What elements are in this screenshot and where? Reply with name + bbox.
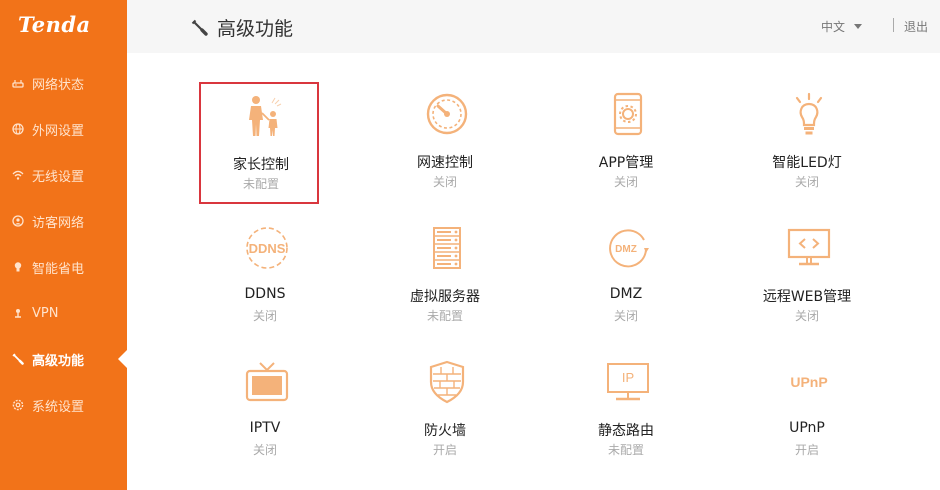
sidebar-item-label: 访客网络 <box>32 215 85 231</box>
led-bulb-icon <box>795 92 823 135</box>
feature-tile-upnp[interactable]: UPnP UPnP 开启 <box>747 350 867 472</box>
sidebar-item-vpn[interactable]: VPN <box>0 290 127 336</box>
feature-tile-app-management[interactable]: APP管理 关闭 <box>566 82 686 204</box>
sidebar-item-power-saving[interactable]: 智能省电 <box>0 244 127 290</box>
wrench-icon <box>11 352 25 366</box>
ddns-icon: DDNS <box>246 227 288 269</box>
feature-name: UPnP <box>789 420 825 436</box>
sidebar-item-label: 外网设置 <box>32 123 85 139</box>
sidebar-item-label: 无线设置 <box>32 169 85 185</box>
feature-name: 智能LED灯 <box>772 155 842 171</box>
sidebar-item-advanced[interactable]: 高级功能 <box>0 336 127 382</box>
feature-name: 家长控制 <box>233 157 289 173</box>
sidebar-item-label: 网络状态 <box>32 77 85 93</box>
feature-tile-static-route[interactable]: IP 静态路由 未配置 <box>566 350 686 472</box>
feature-tile-firewall[interactable]: 防火墙 开启 <box>385 350 505 472</box>
feature-tile-iptv[interactable]: IPTV 关闭 <box>205 350 325 472</box>
page-title: 高级功能 <box>191 14 293 41</box>
router-icon <box>11 76 25 90</box>
brand-logo: Tenda <box>18 12 91 37</box>
tv-icon <box>245 362 289 402</box>
sidebar-nav: 网络状态 外网设置 无线设置 访客网络 智能省电 VPN 高级功能 系统设置 <box>0 60 127 428</box>
sidebar-item-system-settings[interactable]: 系统设置 <box>0 382 127 428</box>
feature-name: 虚拟服务器 <box>410 289 480 305</box>
upnp-icon: UPnP <box>790 374 827 390</box>
feature-tile-parental-control[interactable]: 家长控制 未配置 <box>199 82 319 204</box>
wrench-icon <box>191 19 209 37</box>
static-route-icon: IP <box>607 363 649 401</box>
server-rack-icon <box>433 227 461 269</box>
feature-tile-smart-led[interactable]: 智能LED灯 关闭 <box>747 82 867 204</box>
language-select[interactable]: 中文 <box>821 18 863 35</box>
sidebar-item-guest-network[interactable]: 访客网络 <box>0 198 127 244</box>
feature-status: 开启 <box>794 443 819 457</box>
sidebar-item-wan-settings[interactable]: 外网设置 <box>0 106 127 152</box>
feature-name: 静态路由 <box>598 423 654 439</box>
dmz-icon: DMZ <box>609 229 649 268</box>
feature-status: 未配置 <box>607 443 644 457</box>
feature-status: 未配置 <box>426 309 463 323</box>
sidebar-item-label: 高级功能 <box>32 353 85 369</box>
feature-status: 未配置 <box>242 177 279 191</box>
sidebar-item-label: 智能省电 <box>32 261 85 277</box>
feature-tile-speed-control[interactable]: 网速控制 关闭 <box>385 82 505 204</box>
feature-name: 网速控制 <box>417 155 473 171</box>
feature-status: 关闭 <box>252 443 277 457</box>
upnp-icon-text: UPnP <box>790 374 827 390</box>
feature-tile-dmz[interactable]: DMZ DMZ 关闭 <box>566 216 686 338</box>
bulb-icon <box>11 260 25 274</box>
feature-name: DMZ <box>609 286 643 302</box>
language-label: 中文 <box>821 20 846 34</box>
remote-web-icon <box>787 228 831 266</box>
sidebar-item-wireless-settings[interactable]: 无线设置 <box>0 152 127 198</box>
chevron-down-icon <box>854 24 863 29</box>
feature-status: 关闭 <box>613 309 638 323</box>
feature-grid: 家长控制 未配置 网速控制 关闭 APP管理 关闭 智能LED灯 关闭 DDNS… <box>127 53 940 490</box>
vpn-icon <box>11 306 25 320</box>
guest-icon <box>11 214 25 228</box>
static-route-icon-text: IP <box>622 370 634 385</box>
feature-tile-virtual-server[interactable]: 虚拟服务器 未配置 <box>385 216 505 338</box>
feature-status: 关闭 <box>794 175 819 189</box>
ddns-icon-text: DDNS <box>249 241 286 256</box>
speedometer-icon <box>426 93 468 135</box>
sidebar: Tenda 网络状态 外网设置 无线设置 访客网络 智能省电 VPN 高级功能 … <box>0 0 127 490</box>
gear-icon <box>11 398 25 412</box>
feature-name: DDNS <box>244 286 286 302</box>
feature-name: 防火墙 <box>424 423 466 439</box>
firewall-shield-icon <box>429 360 465 404</box>
feature-status: 关闭 <box>794 309 819 323</box>
app-management-icon <box>613 92 643 136</box>
feature-status: 关闭 <box>432 175 457 189</box>
feature-status: 关闭 <box>613 175 638 189</box>
feature-name: IPTV <box>249 420 281 436</box>
top-header: 高级功能 中文 退出 <box>127 0 940 53</box>
feature-status: 开启 <box>432 443 457 457</box>
globe-icon <box>11 122 25 136</box>
feature-tile-remote-web[interactable]: 远程WEB管理 关闭 <box>747 216 867 338</box>
app-root: Tenda 网络状态 外网设置 无线设置 访客网络 智能省电 VPN 高级功能 … <box>0 0 940 490</box>
page-title-text: 高级功能 <box>217 18 294 40</box>
parental-control-icon <box>249 96 282 136</box>
feature-status: 关闭 <box>252 309 277 323</box>
dmz-icon-text: DMZ <box>615 244 637 255</box>
header-divider <box>893 18 894 32</box>
feature-name: APP管理 <box>598 155 654 171</box>
sidebar-item-label: VPN <box>32 305 59 321</box>
sidebar-item-label: 系统设置 <box>32 399 85 415</box>
feature-tile-ddns[interactable]: DDNS DDNS 关闭 <box>205 216 325 338</box>
sidebar-item-network-status[interactable]: 网络状态 <box>0 60 127 106</box>
wifi-icon <box>11 168 25 182</box>
logout-link[interactable]: 退出 <box>904 18 928 35</box>
feature-name: 远程WEB管理 <box>762 289 852 305</box>
